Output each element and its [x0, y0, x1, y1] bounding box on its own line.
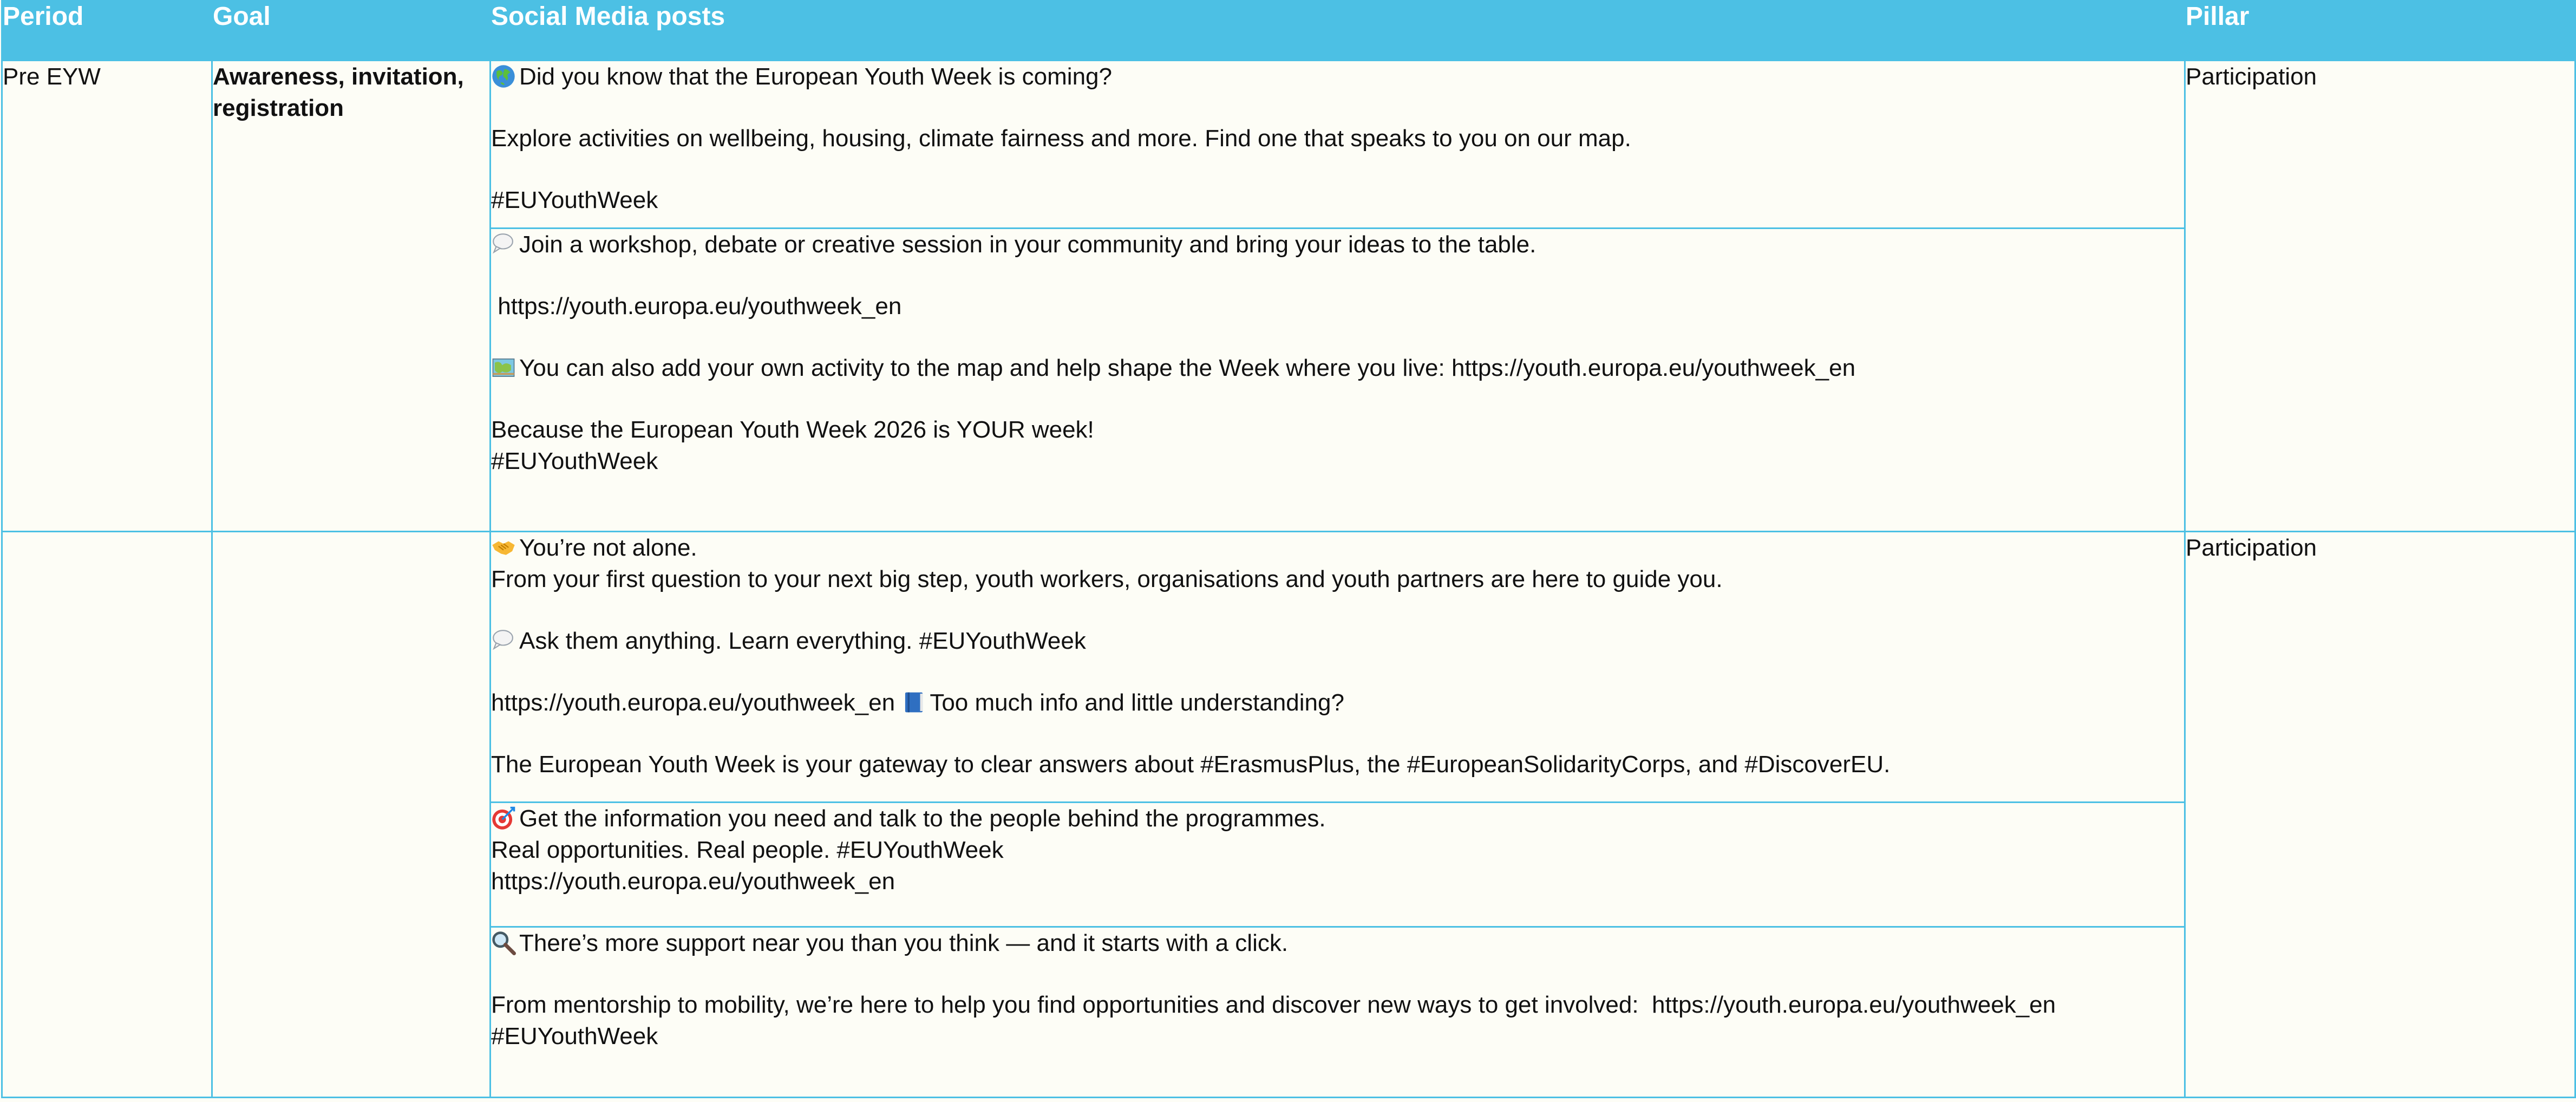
post-paragraph: Ask them anything. Learn everything. #EU… [491, 625, 2184, 657]
map-icon [491, 355, 518, 379]
post-paragraph: Because the European Youth Week 2026 is … [491, 416, 1094, 443]
post-cell: Did you know that the European Youth Wee… [489, 60, 2186, 229]
period-cell: Pre EYW [1, 60, 213, 532]
goal-cell: Awareness, invitation, registration [211, 60, 491, 532]
speech-bubble-icon [491, 628, 518, 652]
handshake-icon [491, 535, 518, 559]
globe-icon [491, 64, 518, 88]
book-icon [901, 690, 929, 714]
header-social-media-posts: Social Media posts [489, 0, 2186, 61]
post-paragraph: You’re not alone. [491, 532, 2184, 564]
post-paragraph: You can also add your own activity to th… [491, 353, 2184, 384]
pillar-cell: Participation [2184, 60, 2576, 532]
goal-cell [211, 531, 491, 1098]
speech-bubble-icon [491, 232, 518, 256]
post-hashtag: #EUYouthWeek [491, 1023, 658, 1049]
post-link[interactable]: https://youth.europa.eu/youthweek_en [491, 689, 901, 716]
table-row: Pre EYW Awareness, invitation, registrat… [1, 60, 2576, 532]
header-goal: Goal [211, 0, 491, 61]
post-paragraph: https://youth.europa.eu/youthweek_en Too… [491, 689, 1344, 716]
post-paragraph: Real opportunities. Real people. #EUYout… [491, 837, 1004, 863]
post-cell: There’s more support near you than you t… [489, 926, 2186, 1098]
post-paragraph: Get the information you need and talk to… [491, 803, 2184, 834]
post-link[interactable]: https://youth.europa.eu/youthweek_en [491, 866, 2184, 897]
post-cell: Get the information you need and talk to… [489, 801, 2186, 928]
post-paragraph: Join a workshop, debate or creative sess… [491, 229, 2184, 260]
post-paragraph: From your first question to your next bi… [491, 566, 1723, 592]
target-icon [491, 806, 518, 830]
post-hashtag: #EUYouthWeek [491, 187, 658, 213]
post-paragraph: There’s more support near you than you t… [491, 928, 2184, 959]
pillar-cell: Participation [2184, 531, 2576, 1098]
post-paragraph: From mentorship to mobility, we’re here … [491, 992, 2056, 1018]
post-cell: Join a workshop, debate or creative sess… [489, 227, 2186, 532]
magnifier-icon [491, 930, 518, 955]
post-paragraph: Did you know that the European Youth Wee… [491, 61, 2184, 93]
social-media-plan-table: Period Goal Social Media posts Pillar Pr… [1, 0, 2576, 1098]
post-cell: You’re not alone. From your first questi… [489, 531, 2186, 803]
post-paragraph: The European Youth Week is your gateway … [491, 751, 1891, 778]
table-row: You’re not alone. From your first questi… [1, 531, 2576, 1098]
post-link[interactable]: https://youth.europa.eu/youthweek_en [491, 291, 2184, 322]
post-hashtag: #EUYouthWeek [491, 448, 658, 474]
period-cell [1, 531, 213, 1098]
post-paragraph: Explore activities on wellbeing, housing… [491, 125, 1631, 152]
table-header-row: Period Goal Social Media posts Pillar [1, 0, 2576, 61]
header-pillar: Pillar [2184, 0, 2576, 61]
header-period: Period [1, 0, 213, 61]
